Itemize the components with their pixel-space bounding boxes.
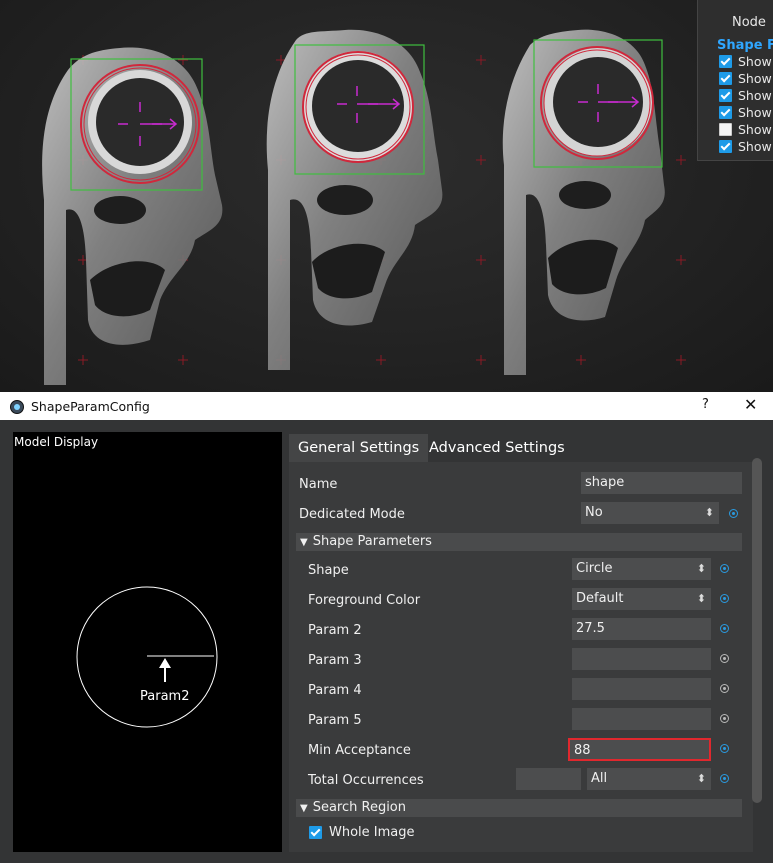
param4-radio-icon[interactable] (720, 684, 729, 693)
metal-part-2 (266, 29, 443, 371)
tab-general-settings[interactable]: General Settings (289, 434, 429, 462)
metal-part-3 (502, 29, 665, 375)
name-input[interactable]: shape (581, 472, 742, 494)
dialog-title: ShapeParamConfig (31, 399, 150, 414)
param2-radio-icon[interactable] (720, 624, 729, 633)
min-acceptance-input[interactable]: 88 (568, 738, 711, 761)
param2-input[interactable]: 27.5 (572, 618, 711, 640)
app-icon (10, 400, 24, 414)
whole-image-checkbox[interactable] (309, 826, 322, 839)
shape-select[interactable]: Circle (572, 558, 711, 580)
close-button[interactable]: ✕ (744, 395, 757, 414)
dedicated-mode-radio-icon[interactable] (729, 509, 738, 518)
inspection-image (42, 29, 686, 386)
min-acceptance-radio-icon[interactable] (720, 744, 729, 753)
collapse-triangle-icon: ▼ (300, 803, 308, 814)
display-settings-panel: Node Shape Fir Show I Show I Show I Show… (697, 0, 773, 161)
shape-param-config-dialog: ShapeParamConfig ? ✕ Model Display Param… (0, 392, 773, 863)
tab-advanced-settings[interactable]: Advanced Settings (420, 434, 574, 462)
total-occurrences-radio-icon[interactable] (720, 774, 729, 783)
shape-find-section-title: Shape Fir (717, 38, 773, 53)
shape-radio-icon[interactable] (720, 564, 729, 573)
whole-image-label: Whole Image (329, 825, 415, 840)
show-option-2[interactable]: Show I (719, 70, 773, 86)
checkbox-icon[interactable] (719, 88, 732, 102)
whole-image-checkbox-row[interactable]: Whole Image (309, 825, 415, 840)
metal-part-1 (42, 47, 223, 386)
min-acceptance-label: Min Acceptance (308, 743, 411, 758)
checkbox-icon[interactable] (719, 71, 732, 85)
checkbox-icon[interactable] (719, 122, 732, 136)
dedicated-mode-select[interactable]: No (581, 502, 719, 524)
param5-radio-icon[interactable] (720, 714, 729, 723)
param3-input[interactable] (572, 648, 711, 670)
name-label: Name (299, 477, 338, 492)
show-option-4[interactable]: Show I (719, 104, 773, 120)
general-settings-panel: Name shape Dedicated Mode No ▼Shape Para… (289, 462, 753, 852)
node-label: Node (732, 15, 766, 30)
foreground-color-radio-icon[interactable] (720, 594, 729, 603)
checkbox-icon[interactable] (719, 139, 732, 153)
circle-param-diagram: Param2 (76, 586, 218, 728)
checkbox-icon[interactable] (719, 54, 732, 68)
help-button[interactable]: ? (702, 397, 709, 412)
camera-view[interactable] (0, 0, 773, 392)
param3-radio-icon[interactable] (720, 654, 729, 663)
search-region-group[interactable]: ▼ Search Region (296, 799, 742, 817)
model-display: Model Display Param2 (13, 432, 282, 852)
param3-label: Param 3 (308, 653, 362, 668)
foreground-color-select[interactable]: Default (572, 588, 711, 610)
shape-label: Shape (308, 563, 349, 578)
show-option-5[interactable]: Show I (719, 121, 773, 137)
param5-input[interactable] (572, 708, 711, 730)
show-option-1[interactable]: Show I (719, 53, 773, 69)
foreground-color-label: Foreground Color (308, 593, 421, 608)
show-option-3[interactable]: Show I (719, 87, 773, 103)
param5-label: Param 5 (308, 713, 362, 728)
settings-scrollbar[interactable] (752, 458, 762, 803)
param2-label: Param 2 (308, 623, 362, 638)
shape-parameters-group[interactable]: ▼ Shape Parameters (296, 533, 742, 551)
total-occurrences-input[interactable] (516, 768, 581, 790)
param2-diagram-label: Param2 (140, 689, 189, 704)
dialog-titlebar[interactable]: ShapeParamConfig ? ✕ (0, 392, 773, 420)
param4-input[interactable] (572, 678, 711, 700)
total-occurrences-label: Total Occurrences (308, 773, 424, 788)
checkbox-icon[interactable] (719, 105, 732, 119)
collapse-triangle-icon: ▼ (300, 537, 308, 548)
total-occurrences-select[interactable]: All (587, 768, 711, 790)
show-option-6[interactable]: Show I (719, 138, 773, 154)
param4-label: Param 4 (308, 683, 362, 698)
dedicated-mode-label: Dedicated Mode (299, 507, 405, 522)
